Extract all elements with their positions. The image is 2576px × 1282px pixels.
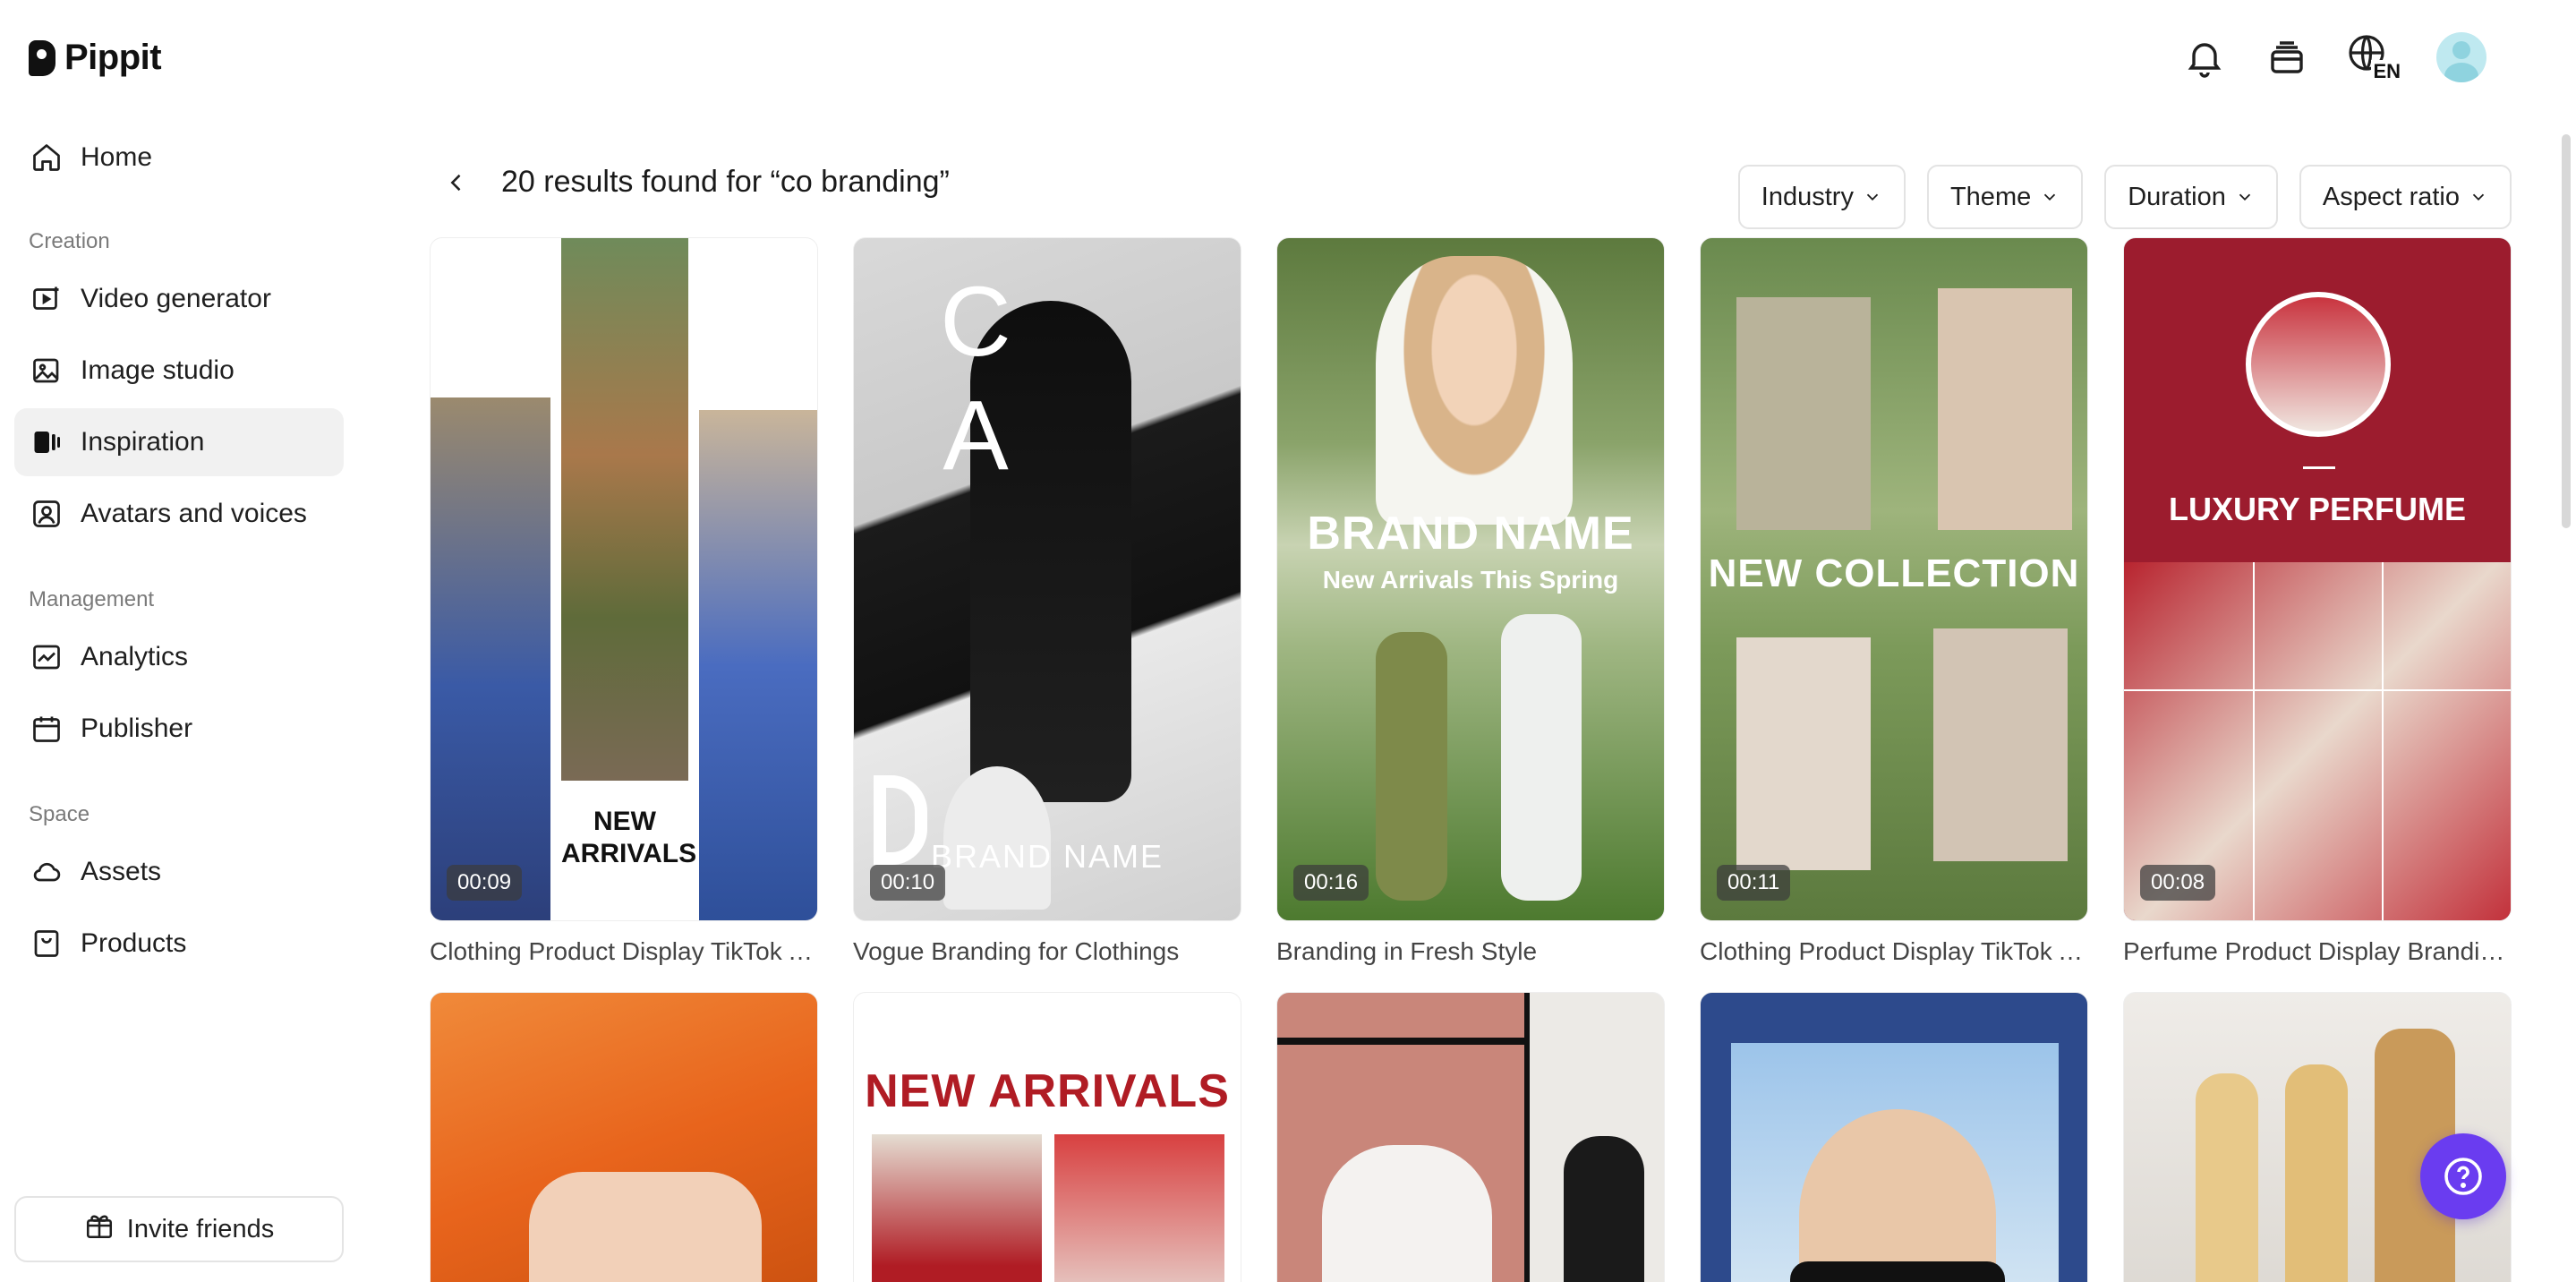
sidebar-item-label: Video generator [81, 284, 271, 313]
template-card[interactable]: NEW ARRIVALS [853, 992, 1241, 1282]
sidebar-item-avatars-voices[interactable]: Avatars and voices [14, 480, 344, 548]
template-card[interactable]: BRAND NAME New Arrivals This Spring 00:1… [1276, 237, 1665, 966]
card-overlay-text: NEW COLLECTION [1708, 551, 2080, 595]
template-card[interactable] [1700, 992, 2088, 1282]
inspiration-icon [30, 426, 63, 458]
card-title[interactable]: Vogue Branding for Clothings [853, 937, 1241, 966]
sidebar-item-analytics[interactable]: Analytics [14, 623, 344, 691]
image-studio-icon [30, 355, 63, 387]
sidebar-item-label: Assets [81, 857, 162, 886]
filter-label: Theme [1949, 182, 2032, 211]
card-title[interactable]: Clothing Product Display TikTok Ad [430, 937, 818, 966]
logo-text: Pippit [64, 38, 162, 77]
sidebar-item-label: Image studio [81, 355, 235, 385]
template-thumbnail[interactable]: C A BRAND NAME 00:10 [853, 237, 1241, 921]
sidebar-item-home[interactable]: Home [14, 124, 344, 192]
chevron-down-icon [1866, 193, 1879, 201]
app-root: Pippit Home Creation Video generator Ima… [0, 0, 2576, 1282]
filter-aspect-ratio[interactable]: Aspect ratio [2299, 165, 2512, 229]
chevron-down-icon [2239, 193, 2251, 201]
filter-theme[interactable]: Theme [1926, 165, 2084, 229]
template-card[interactable]: NEW ARRIVALS 00:09 Clothing Product Disp… [430, 237, 818, 966]
section-label-management: Management [29, 587, 155, 611]
duration-badge: 00:11 [1717, 865, 1791, 901]
sidebar-item-assets[interactable]: Assets [14, 838, 344, 906]
sidebar-item-image-studio[interactable]: Image studio [14, 337, 344, 405]
duration-badge: 00:16 [1293, 865, 1369, 901]
gift-icon [84, 1210, 115, 1248]
template-thumbnail[interactable]: NEW ARRIVALS 00:09 [430, 237, 818, 921]
back-button[interactable] [440, 163, 473, 202]
template-thumbnail[interactable] [1276, 992, 1665, 1282]
language-selector[interactable]: EN [2347, 33, 2401, 83]
template-card[interactable]: NEW COLLECTION 00:11 Clothing Product Di… [1700, 237, 2088, 966]
notification-bell-icon[interactable] [2182, 35, 2227, 80]
sidebar: Pippit Home Creation Video generator Ima… [0, 0, 358, 1282]
chevron-down-icon [2044, 193, 2056, 201]
sidebar-item-products[interactable]: Products [14, 910, 344, 978]
scrollbar[interactable] [2562, 134, 2571, 528]
template-thumbnail[interactable]: NEW ARRIVALS [853, 992, 1241, 1282]
template-card[interactable] [1276, 992, 1665, 1282]
section-label-creation: Creation [29, 229, 110, 253]
topbar-actions: EN [2182, 32, 2486, 83]
sidebar-item-video-generator[interactable]: Video generator [14, 265, 344, 333]
template-thumbnail[interactable] [430, 992, 818, 1282]
filter-label: Industry [1761, 182, 1854, 211]
card-title[interactable]: Perfume Product Display Branding Ad [2123, 937, 2512, 966]
subscription-stack-icon[interactable] [2265, 35, 2309, 80]
products-icon [30, 927, 63, 960]
filter-industry[interactable]: Industry [1737, 165, 1906, 229]
duration-badge: 00:10 [870, 865, 946, 901]
template-thumbnail[interactable] [1700, 992, 2088, 1282]
template-card[interactable]: C A BRAND NAME 00:10 Vogue Branding for … [853, 237, 1241, 966]
card-overlay-subtext: New Arrivals This Spring [1322, 566, 1619, 594]
sidebar-item-label: Products [81, 928, 187, 958]
duration-badge: 00:09 [447, 865, 523, 901]
sidebar-item-publisher[interactable]: Publisher [14, 695, 344, 763]
duration-badge: 00:08 [2140, 865, 2216, 901]
card-overlay-text: NEW ARRIVALS [865, 1065, 1230, 1117]
calendar-icon [30, 713, 63, 745]
card-overlay-text: NEW ARRIVALS [561, 807, 697, 868]
chevron-down-icon [2472, 193, 2485, 201]
video-generator-icon [30, 283, 63, 315]
language-code: EN [2371, 60, 2401, 83]
avatar-icon [30, 498, 63, 530]
home-icon [30, 141, 63, 174]
section-label-space: Space [29, 802, 90, 826]
results-title: 20 results found for “co branding” [501, 165, 950, 199]
template-card[interactable]: LUXURY PERFUME 00:08 Perfume Product Dis… [2123, 237, 2512, 966]
user-avatar[interactable] [2436, 32, 2486, 82]
sidebar-item-label: Inspiration [81, 427, 205, 457]
card-overlay-letters: C A [940, 267, 1173, 491]
invite-friends-label: Invite friends [126, 1214, 275, 1244]
template-thumbnail[interactable]: LUXURY PERFUME 00:08 [2123, 237, 2512, 921]
filter-duration[interactable]: Duration [2104, 165, 2278, 229]
cloud-icon [30, 856, 63, 888]
sidebar-item-label: Avatars and voices [81, 499, 307, 528]
template-thumbnail[interactable]: BRAND NAME New Arrivals This Spring 00:1… [1276, 237, 1665, 921]
card-overlay-text: LUXURY PERFUME [2168, 491, 2467, 527]
template-thumbnail[interactable]: NEW COLLECTION 00:11 [1700, 237, 2088, 921]
chevron-left-icon [450, 174, 461, 192]
sidebar-item-label: Publisher [81, 714, 193, 743]
help-button[interactable] [2420, 1133, 2506, 1219]
sidebar-item-inspiration[interactable]: Inspiration [14, 408, 344, 476]
invite-friends-button[interactable]: Invite friends [14, 1196, 344, 1262]
question-icon [2444, 1158, 2482, 1195]
sidebar-item-label: Home [81, 142, 153, 172]
card-overlay-text: BRAND NAME [1307, 508, 1634, 560]
sidebar-item-label: Analytics [81, 642, 189, 671]
filter-label: Aspect ratio [2322, 182, 2460, 211]
card-title[interactable]: Branding in Fresh Style [1276, 937, 1665, 966]
analytics-icon [30, 641, 63, 673]
template-card[interactable] [430, 992, 818, 1282]
logo[interactable]: Pippit [29, 38, 162, 78]
filter-label: Duration [2128, 182, 2226, 211]
filter-bar: Industry Theme Duration Aspect ratio [1737, 165, 2512, 229]
logo-icon [29, 39, 55, 76]
card-title[interactable]: Clothing Product Display TikTok Ad [1700, 937, 2088, 966]
